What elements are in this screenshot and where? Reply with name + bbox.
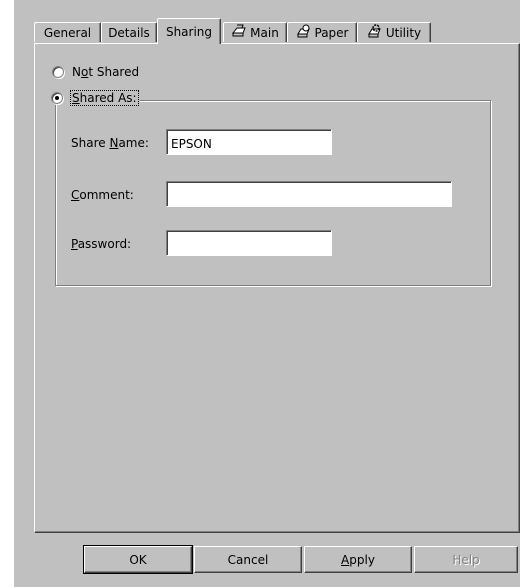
tab-paper-label: Paper — [314, 25, 349, 40]
password-input[interactable] — [166, 230, 332, 256]
sharing-tab-page: Not Shared Shared As: Share Name: Commen… — [34, 43, 520, 533]
tab-strip: General Details Sharing Main Paper Utili… — [34, 18, 504, 44]
ok-button-label: OK — [129, 552, 147, 567]
comment-label: Comment: — [71, 188, 134, 202]
share-name-label: Share Name: — [71, 136, 149, 150]
tab-main[interactable]: Main — [223, 22, 287, 42]
printer-properties-dialog: General Details Sharing Main Paper Utili… — [14, 0, 520, 587]
password-label: Password: — [71, 237, 132, 251]
cancel-button[interactable]: Cancel — [194, 546, 302, 573]
tab-main-label: Main — [250, 25, 279, 40]
shared-as-radio[interactable]: Shared As: — [49, 90, 140, 106]
apply-button-label: Apply — [341, 552, 375, 567]
share-name-input[interactable] — [166, 129, 332, 155]
printer-icon — [231, 24, 247, 41]
tab-paper[interactable]: Paper — [287, 22, 357, 42]
tab-general[interactable]: General — [34, 22, 101, 42]
tab-details[interactable]: Details — [101, 22, 157, 42]
not-shared-radio[interactable]: Not Shared — [52, 65, 139, 79]
tab-sharing-label: Sharing — [165, 24, 213, 39]
apply-button[interactable]: Apply — [304, 546, 412, 573]
help-button-label: Help — [452, 552, 480, 567]
cancel-button-label: Cancel — [227, 552, 269, 567]
utility-icon — [367, 24, 383, 41]
comment-input[interactable] — [166, 181, 452, 207]
tab-general-label: General — [43, 25, 92, 40]
ok-button[interactable]: OK — [83, 545, 193, 574]
tab-details-label: Details — [108, 25, 150, 40]
tab-utility-label: Utility — [385, 25, 422, 40]
not-shared-label: Not Shared — [72, 65, 140, 79]
tab-sharing[interactable]: Sharing — [157, 18, 221, 44]
shared-as-radio-button[interactable] — [51, 92, 63, 104]
not-shared-radio-button[interactable] — [52, 66, 64, 78]
paper-icon — [296, 24, 312, 41]
tab-utility[interactable]: Utility — [357, 22, 431, 42]
shared-as-label: Shared As: — [70, 90, 139, 106]
help-button: Help — [414, 546, 518, 573]
